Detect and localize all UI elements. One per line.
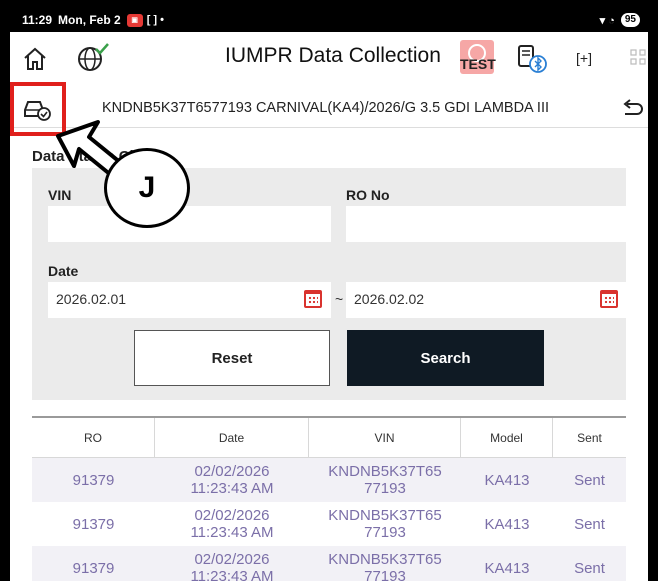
- vin-input[interactable]: [48, 206, 331, 242]
- test-label: TEST: [460, 56, 496, 72]
- cell-date-day: 02/02/2026: [194, 507, 270, 524]
- cell-date: 02/02/2026 11:23:43 AM: [155, 458, 309, 502]
- callout-label: J: [104, 148, 190, 228]
- results-table: RO Date VIN Model Sent 91379 02/02/2026 1…: [32, 416, 626, 581]
- status-bar: 11:29 Mon, Feb 2 ▣ [ ] • ▾ ◔ 95: [10, 8, 648, 32]
- cell-vin: KNDNB5K37T65 77193: [309, 458, 461, 502]
- home-icon[interactable]: [22, 46, 48, 72]
- reset-button[interactable]: Reset: [134, 330, 330, 386]
- date-to-value: 2026.02.02: [354, 291, 425, 307]
- vci-bluetooth-icon[interactable]: [516, 42, 548, 74]
- ro-number-input[interactable]: [346, 206, 629, 242]
- date-to-input[interactable]: 2026.02.02: [346, 282, 629, 318]
- cell-vin: KNDNB5K37T65 77193: [309, 546, 461, 581]
- cell-vin: KNDNB5K37T65 77193: [309, 502, 461, 546]
- cell-vin-line2: 77193: [364, 480, 406, 497]
- status-time: 11:29: [22, 13, 53, 27]
- table-row[interactable]: 91379 02/02/2026 11:23:43 AM KNDNB5K37T65…: [32, 502, 626, 546]
- status-date: Mon, Feb 2: [58, 13, 121, 27]
- column-header-date[interactable]: Date: [155, 418, 309, 457]
- table-header: RO Date VIN Model Sent: [32, 416, 626, 458]
- cell-ro: 91379: [72, 471, 115, 489]
- notification-badge-icon: ▣: [126, 13, 143, 27]
- cell-date-time: 11:23:43 AM: [190, 524, 274, 541]
- cell-sent: Sent: [574, 515, 605, 533]
- cell-vin-line1: KNDNB5K37T65: [328, 551, 442, 568]
- ro-label: RO No: [346, 187, 390, 203]
- cell-model: KA413: [484, 471, 530, 489]
- plus-frame-icon[interactable]: [+]: [576, 50, 592, 66]
- calendar-icon[interactable]: [600, 290, 618, 308]
- cell-date-day: 02/02/2026: [194, 551, 270, 568]
- cell-vin-line1: KNDNB5K37T65: [328, 463, 442, 480]
- vehicle-description: KNDNB5K37T6577193 CARNIVAL(KA4)/2026/G 3…: [102, 100, 550, 116]
- calendar-icon[interactable]: [304, 290, 322, 308]
- app-frame: 11:29 Mon, Feb 2 ▣ [ ] • ▾ ◔ 95 IUMPR Da…: [10, 8, 648, 581]
- page-title: IUMPR Data Collection: [225, 44, 441, 67]
- test-mode-badge[interactable]: TEST: [460, 40, 496, 74]
- cell-model: KA413: [484, 515, 530, 533]
- status-right: ▾ ◔ 95: [600, 8, 640, 32]
- cell-date-day: 02/02/2026: [194, 463, 270, 480]
- cell-date: 02/02/2026 11:23:43 AM: [155, 502, 309, 546]
- table-row[interactable]: 91379 02/02/2026 11:23:43 AM KNDNB5K37T65…: [32, 458, 626, 502]
- signal-icons: ▾ ◔: [599, 14, 615, 27]
- column-header-ro[interactable]: RO: [32, 418, 155, 457]
- battery-badge: 95: [620, 13, 640, 27]
- cell-date: 02/02/2026 11:23:43 AM: [155, 546, 309, 581]
- cell-ro: 91379: [72, 559, 115, 577]
- vehicle-info-row: KNDNB5K37T6577193 CARNIVAL(KA4)/2026/G 3…: [10, 88, 648, 128]
- date-separator: ~: [335, 291, 344, 307]
- vin-label: VIN: [48, 187, 72, 203]
- highlight-box: [10, 82, 66, 136]
- date-label: Date: [48, 263, 79, 279]
- cell-vin-line2: 77193: [364, 524, 406, 541]
- date-from-value: 2026.02.01: [56, 291, 127, 307]
- column-header-sent[interactable]: Sent: [553, 418, 626, 457]
- cell-date-time: 11:23:43 AM: [190, 568, 274, 581]
- cell-model: KA413: [484, 559, 530, 577]
- cell-sent: Sent: [574, 559, 605, 577]
- cell-ro: 91379: [72, 515, 115, 533]
- cell-sent: Sent: [574, 471, 605, 489]
- grid-icon[interactable]: [630, 49, 646, 65]
- cell-vin-line1: KNDNB5K37T65: [328, 507, 442, 524]
- search-button[interactable]: Search: [347, 330, 544, 386]
- column-header-vin[interactable]: VIN: [309, 418, 461, 457]
- table-row[interactable]: 91379 02/02/2026 11:23:43 AM KNDNB5K37T65…: [32, 546, 626, 581]
- date-from-input[interactable]: 2026.02.01: [48, 282, 331, 318]
- status-misc-icons: [ ] •: [146, 14, 164, 26]
- globe-check-icon[interactable]: [76, 43, 110, 73]
- cell-vin-line2: 77193: [364, 568, 406, 581]
- column-header-model[interactable]: Model: [461, 418, 553, 457]
- return-icon[interactable]: [622, 98, 644, 118]
- cell-date-time: 11:23:43 AM: [190, 480, 274, 497]
